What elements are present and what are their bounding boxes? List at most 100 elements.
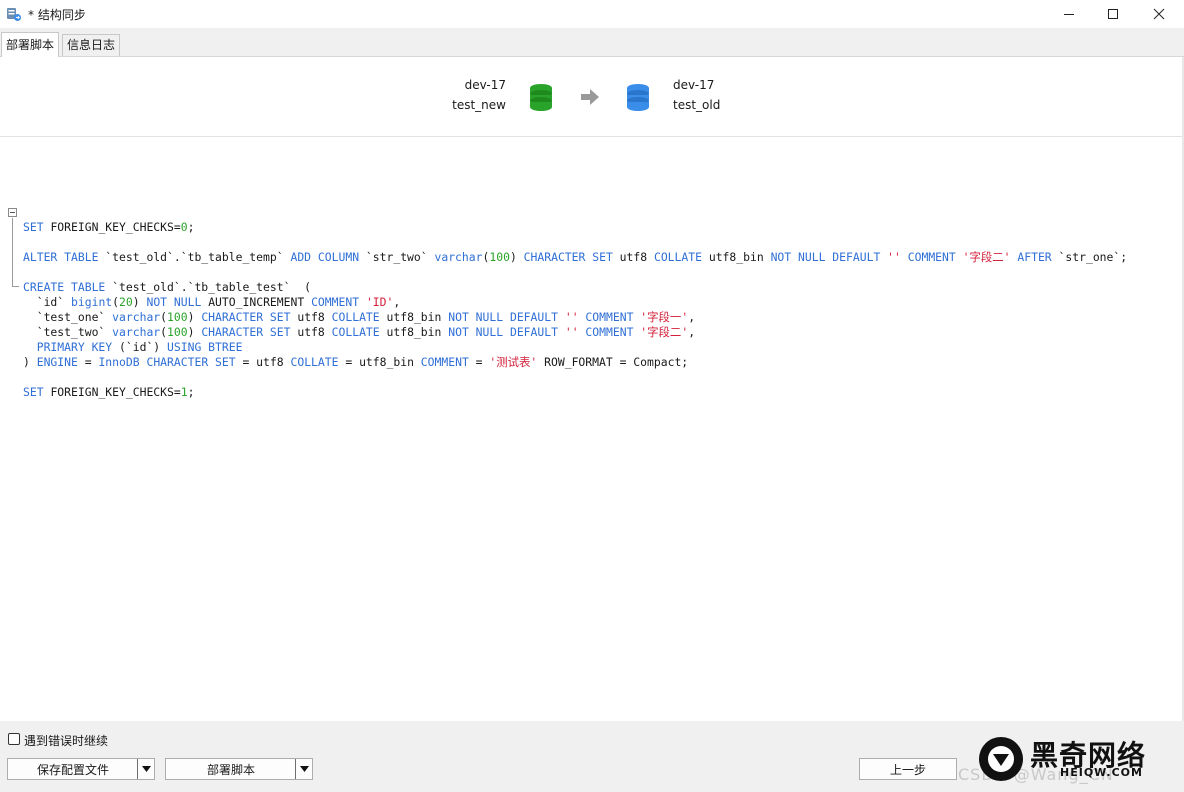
code-token: ( xyxy=(112,295,120,309)
code-token: `str_one`; xyxy=(1058,250,1128,264)
code-token: utf8 xyxy=(619,250,654,264)
code-token: , xyxy=(688,325,696,339)
code-token: (`id`) xyxy=(119,340,168,354)
script-line: PRIMARY KEY (`id`) USING BTREE xyxy=(0,340,1182,355)
title-bar: * 结构同步 xyxy=(0,0,1184,28)
code-token: SET xyxy=(23,385,51,399)
code-token: '字段二' xyxy=(640,325,689,339)
continue-on-error-label: 遇到错误时继续 xyxy=(24,734,109,748)
script-panel: dev-17 test_new dev-17 test_old SET FORE… xyxy=(0,57,1184,721)
code-token: ) xyxy=(509,250,524,264)
script-line: `id` bigint(20) NOT NULL AUTO_INCREMENT … xyxy=(0,295,1182,310)
code-token: '' xyxy=(887,250,908,264)
code-token: 20 xyxy=(119,295,133,309)
deploy-script-dropdown[interactable] xyxy=(295,759,312,779)
target-database-icon xyxy=(627,84,649,111)
code-token: COLLATE xyxy=(331,325,387,339)
code-token: ) xyxy=(187,325,202,339)
code-token: = utf8_bin xyxy=(345,355,421,369)
code-token: 'ID' xyxy=(365,295,394,309)
code-token: CHARACTER SET xyxy=(201,325,298,339)
deploy-script-button[interactable]: 部署脚本 xyxy=(165,758,313,780)
code-token: PRIMARY KEY xyxy=(23,340,120,354)
close-button[interactable] xyxy=(1136,0,1182,28)
code-token: '字段一' xyxy=(640,310,689,324)
code-token: ; xyxy=(187,220,195,234)
code-token: COLLATE xyxy=(290,355,346,369)
code-token: = xyxy=(84,355,99,369)
code-token: CHARACTER SET xyxy=(201,310,298,324)
code-token: SET xyxy=(23,220,51,234)
code-token: ROW_FORMAT = Compact; xyxy=(544,355,689,369)
maximize-icon xyxy=(1108,9,1118,19)
code-token: ADD COLUMN xyxy=(290,250,366,264)
source-database-icon xyxy=(530,84,552,111)
code-token: NOT NULL DEFAULT xyxy=(448,325,565,339)
script-line: CREATE TABLE `test_old`.`tb_table_test` … xyxy=(0,280,1182,295)
code-token: CHARACTER SET xyxy=(523,250,620,264)
tab-info-log[interactable]: 信息日志 xyxy=(62,34,121,56)
arrow-right-icon xyxy=(581,89,599,105)
minimize-icon xyxy=(1064,14,1074,15)
code-token: USING BTREE xyxy=(167,340,243,354)
code-token: , xyxy=(688,310,696,324)
code-token: 100 xyxy=(489,250,510,264)
code-token: 100 xyxy=(167,325,188,339)
script-line: ) ENGINE = InnoDB CHARACTER SET = utf8 C… xyxy=(0,355,1182,370)
save-config-dropdown[interactable] xyxy=(137,759,154,779)
deploy-script-label: 部署脚本 xyxy=(206,763,255,777)
code-token: bigint xyxy=(71,295,113,309)
target-connection: dev-17 test_old xyxy=(673,75,720,115)
code-token: FOREIGN_KEY_CHECKS= xyxy=(50,220,181,234)
script-line: SET FOREIGN_KEY_CHECKS=0; xyxy=(0,220,1182,235)
code-token: ) xyxy=(187,310,202,324)
code-token: COMMENT xyxy=(907,250,963,264)
code-token: 1 xyxy=(180,385,188,399)
target-connection-name: dev-17 xyxy=(673,78,715,92)
code-token: COMMENT xyxy=(311,295,366,309)
continue-on-error-checkbox[interactable] xyxy=(8,733,20,745)
structure-sync-app-icon xyxy=(7,8,21,21)
source-connection-name: dev-17 xyxy=(464,78,506,92)
code-token: FOREIGN_KEY_CHECKS= xyxy=(50,385,181,399)
target-database-name: test_old xyxy=(673,98,721,112)
code-token: varchar xyxy=(434,250,483,264)
code-token: 0 xyxy=(180,220,188,234)
code-token: ALTER TABLE xyxy=(23,250,106,264)
back-button[interactable]: 上一步 xyxy=(859,758,957,780)
code-token: `test_old`.`tb_table_test` ( xyxy=(112,280,312,294)
code-token: utf8 xyxy=(297,325,332,339)
close-icon xyxy=(1153,8,1165,20)
code-token: = xyxy=(475,355,490,369)
code-token: COLLATE xyxy=(331,310,387,324)
code-token: `test_one` xyxy=(23,310,113,324)
code-token: COMMENT xyxy=(585,325,641,339)
code-token: CREATE TABLE xyxy=(23,280,113,294)
code-token: NOT NULL DEFAULT xyxy=(448,310,565,324)
deploy-script-editor[interactable]: SET FOREIGN_KEY_CHECKS=0; ALTER TABLE `te… xyxy=(0,145,1182,400)
minimize-button[interactable] xyxy=(1046,0,1092,28)
code-token: = utf8 xyxy=(242,355,291,369)
code-token: utf8_bin xyxy=(386,325,449,339)
code-token: ) xyxy=(23,355,37,369)
script-line: `test_one` varchar(100) CHARACTER SET ut… xyxy=(0,310,1182,325)
code-token: COMMENT xyxy=(585,310,641,324)
tab-deploy-script[interactable]: 部署脚本 xyxy=(1,32,60,57)
heiqw-logo-icon xyxy=(979,737,1023,781)
code-token: `test_two` xyxy=(23,325,113,339)
code-token: 100 xyxy=(167,310,188,324)
fold-toggle-icon[interactable] xyxy=(8,208,17,217)
script-line xyxy=(0,265,1182,280)
code-token: COLLATE xyxy=(653,250,709,264)
save-config-button[interactable]: 保存配置文件 xyxy=(7,758,155,780)
code-token: '测试表' xyxy=(489,355,545,369)
script-line xyxy=(0,370,1182,385)
code-token: `str_two` xyxy=(365,250,435,264)
code-token: ) xyxy=(132,295,147,309)
heiqw-watermark-en: HEIQW.COM xyxy=(1060,766,1143,779)
code-token: AFTER xyxy=(1017,250,1059,264)
code-token: '' xyxy=(564,310,586,324)
code-token: utf8_bin xyxy=(708,250,771,264)
maximize-button[interactable] xyxy=(1090,0,1136,28)
script-line xyxy=(0,235,1182,250)
